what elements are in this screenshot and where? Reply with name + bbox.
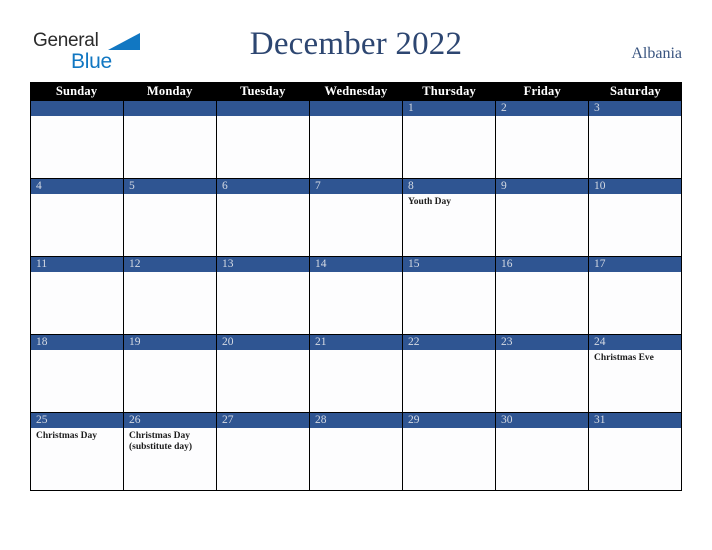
day-cell-30[interactable]: 30 [496, 413, 589, 490]
day-number [217, 101, 309, 116]
day-cell-25[interactable]: 25 Christmas Day [31, 413, 124, 490]
event-list: Christmas Eve [589, 350, 681, 364]
day-number: 25 [31, 413, 123, 428]
day-number: 2 [496, 101, 588, 116]
day-number: 7 [310, 179, 402, 194]
week-row: 18 19 20 21 22 23 24 Christmas Eve [30, 335, 682, 413]
week-row: 25 Christmas Day 26 Christmas Day (substitu… [30, 413, 682, 491]
day-cell-6[interactable]: 6 [217, 179, 310, 256]
weekday-header-row: Sunday Monday Tuesday Wednesday Thursday Frid… [30, 82, 682, 101]
day-number: 11 [31, 257, 123, 272]
day-number: 24 [589, 335, 681, 350]
day-cell-empty[interactable] [31, 101, 124, 178]
day-cell-3[interactable]: 3 [589, 101, 682, 178]
day-cell-23[interactable]: 23 [496, 335, 589, 412]
holiday-event: Christmas Day (substitute day) [129, 431, 193, 452]
weekday-header-thursday: Thursday [422, 84, 476, 98]
day-number: 15 [403, 257, 495, 272]
day-cell-13[interactable]: 13 [217, 257, 310, 334]
day-cell-5[interactable]: 5 [124, 179, 217, 256]
day-number: 21 [310, 335, 402, 350]
day-number: 29 [403, 413, 495, 428]
day-cell-4[interactable]: 4 [31, 179, 124, 256]
day-cell-20[interactable]: 20 [217, 335, 310, 412]
day-number: 5 [124, 179, 216, 194]
event-list: Christmas Day (substitute day) [124, 428, 216, 453]
day-cell-8[interactable]: 8 Youth Day [403, 179, 496, 256]
day-number: 27 [217, 413, 309, 428]
day-number [310, 101, 402, 116]
day-number: 8 [403, 179, 495, 194]
weekday-header-tuesday: Tuesday [240, 84, 286, 98]
event-list: Christmas Day [31, 428, 123, 442]
week-row: 11 12 13 14 15 16 17 [30, 257, 682, 335]
day-number: 17 [589, 257, 681, 272]
day-cell-12[interactable]: 12 [124, 257, 217, 334]
holiday-event: Youth Day [408, 197, 452, 207]
day-cell-22[interactable]: 22 [403, 335, 496, 412]
day-cell-2[interactable]: 2 [496, 101, 589, 178]
page-header: General Blue December 2022 Albania [0, 0, 712, 82]
page-title: December 2022 [249, 26, 463, 62]
day-number: 26 [124, 413, 216, 428]
day-cell-10[interactable]: 10 [589, 179, 682, 256]
day-cell-17[interactable]: 17 [589, 257, 682, 334]
day-number: 3 [589, 101, 681, 116]
day-cell-24[interactable]: 24 Christmas Eve [589, 335, 682, 412]
day-number: 4 [31, 179, 123, 194]
holiday-event: Christmas Eve [594, 353, 654, 363]
day-number [31, 101, 123, 116]
day-number [124, 101, 216, 116]
day-cell-1[interactable]: 1 [403, 101, 496, 178]
weekday-header-monday: Monday [146, 84, 193, 98]
day-cell-7[interactable]: 7 [310, 179, 403, 256]
day-cell-19[interactable]: 19 [124, 335, 217, 412]
day-cell-15[interactable]: 15 [403, 257, 496, 334]
day-number: 16 [496, 257, 588, 272]
day-cell-29[interactable]: 29 [403, 413, 496, 490]
day-cell-31[interactable]: 31 [589, 413, 682, 490]
day-cell-28[interactable]: 28 [310, 413, 403, 490]
day-number: 22 [403, 335, 495, 350]
day-number: 20 [217, 335, 309, 350]
day-cell-21[interactable]: 21 [310, 335, 403, 412]
weekday-header-sunday: Sunday [55, 84, 98, 98]
day-number: 6 [217, 179, 309, 194]
day-cell-26[interactable]: 26 Christmas Day (substitute day) [124, 413, 217, 490]
day-number: 19 [124, 335, 216, 350]
day-number: 14 [310, 257, 402, 272]
day-cell-18[interactable]: 18 [31, 335, 124, 412]
weekday-header-saturday: Saturday [609, 84, 661, 98]
day-number: 13 [217, 257, 309, 272]
day-number: 18 [31, 335, 123, 350]
day-number: 10 [589, 179, 681, 194]
day-number: 31 [589, 413, 681, 428]
day-cell-14[interactable]: 14 [310, 257, 403, 334]
day-cell-16[interactable]: 16 [496, 257, 589, 334]
country-label: Albania [631, 45, 682, 62]
day-cell-11[interactable]: 11 [31, 257, 124, 334]
weekday-header-wednesday: Wednesday [324, 84, 388, 98]
holiday-event: Christmas Day [36, 431, 97, 441]
day-number: 9 [496, 179, 588, 194]
weekday-header-friday: Friday [523, 84, 561, 98]
day-number: 12 [124, 257, 216, 272]
calendar-weeks: 1 2 3 4 5 6 7 8 Youth Day 9 10 11 12 13 14 15 16 17 18 19 20… [30, 101, 682, 491]
day-cell-9[interactable]: 9 [496, 179, 589, 256]
day-number: 1 [403, 101, 495, 116]
day-cell-empty[interactable] [310, 101, 403, 178]
event-list: Youth Day [403, 194, 495, 208]
day-cell-27[interactable]: 27 [217, 413, 310, 490]
day-number: 28 [310, 413, 402, 428]
day-number: 30 [496, 413, 588, 428]
week-row: 123 [30, 101, 682, 179]
day-cell-empty[interactable] [217, 101, 310, 178]
day-number: 23 [496, 335, 588, 350]
calendar-grid: Sunday Monday Tuesday Wednesday Thursday Frid… [30, 82, 682, 491]
day-cell-empty[interactable] [124, 101, 217, 178]
week-row: 4 5 6 7 8 Youth Day 9 10 [30, 179, 682, 257]
